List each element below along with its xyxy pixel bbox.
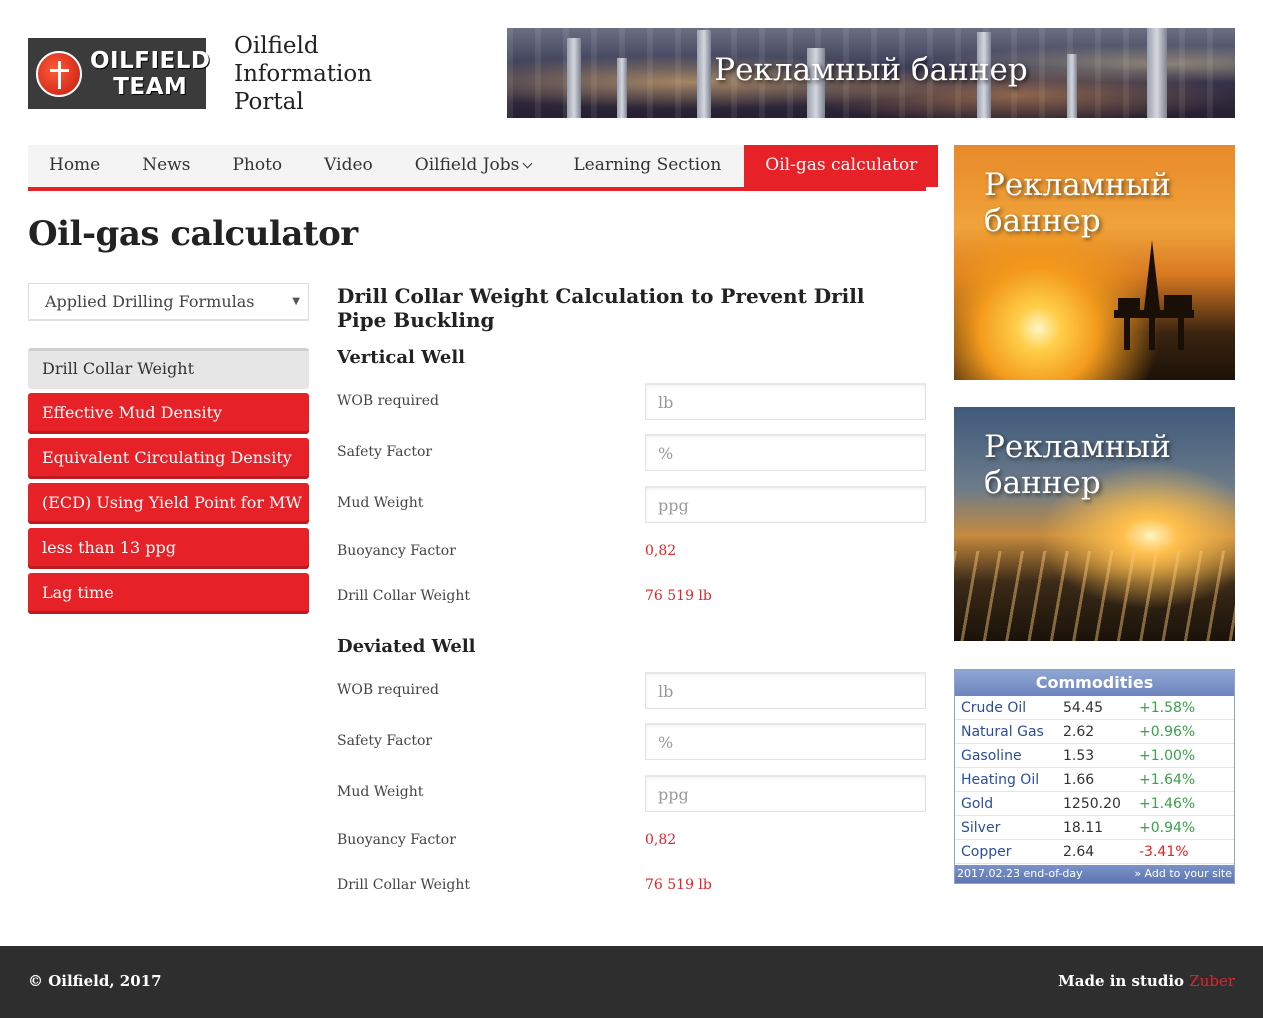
deviated-safety-label: Safety Factor xyxy=(337,733,433,749)
caret-down-icon: ▼ xyxy=(292,296,300,307)
vertical-safety-input[interactable] xyxy=(645,434,926,471)
commodity-row: Heating Oil 1.66 +1.64% xyxy=(955,768,1234,792)
commodity-row: Copper 2.64 -3.41% xyxy=(955,840,1234,864)
nav-oilfield-jobs[interactable]: Oilfield Jobs xyxy=(394,145,553,187)
site-footer: © Oilfield, 2017 Made in studio Zuber xyxy=(0,946,1263,1018)
formula-effective-mud-density[interactable]: Effective Mud Density xyxy=(28,393,309,434)
top-ad-banner[interactable]: Рекламный баннер xyxy=(507,28,1235,118)
commodity-row: Natural Gas 2.62 +0.96% xyxy=(955,720,1234,744)
commodity-change: -3.41% xyxy=(1139,844,1189,860)
commodity-name: Heating Oil xyxy=(961,772,1040,788)
vertical-buoyancy-value: 0,82 xyxy=(645,543,677,559)
logo-text: OILFIELD TEAM xyxy=(90,47,211,100)
deviated-mud-input[interactable] xyxy=(645,775,926,812)
commodity-change: +1.00% xyxy=(1139,748,1196,764)
commodity-name: Silver xyxy=(961,820,1001,836)
vertical-buoyancy-label: Buoyancy Factor xyxy=(337,543,456,559)
commodity-name: Copper xyxy=(961,844,1012,860)
formula-list: Drill Collar Weight Effective Mud Densit… xyxy=(28,348,309,618)
commodity-price: 2.62 xyxy=(1063,724,1095,740)
nav-video[interactable]: Video xyxy=(303,145,394,187)
vertical-well-heading: Vertical Well xyxy=(337,347,466,368)
commodity-name: Natural Gas xyxy=(961,724,1044,740)
deviated-well-heading: Deviated Well xyxy=(337,636,476,657)
commodity-name: Crude Oil xyxy=(961,700,1027,716)
nav-learning-section[interactable]: Learning Section xyxy=(552,145,742,187)
commodity-price: 1.53 xyxy=(1063,748,1095,764)
commodity-price: 1.66 xyxy=(1063,772,1095,788)
nav-home[interactable]: Home xyxy=(28,145,121,187)
nav-oil-gas-calculator[interactable]: Oil-gas calculator xyxy=(744,145,939,187)
vertical-mud-input[interactable] xyxy=(645,486,926,523)
deviated-safety-input[interactable] xyxy=(645,723,926,760)
vertical-dcw-label: Drill Collar Weight xyxy=(337,588,470,604)
studio-link[interactable]: Zuber xyxy=(1189,972,1235,990)
commodity-name: Gasoline xyxy=(961,748,1022,764)
formula-category-select[interactable]: Applied Drilling Formulas ▼ xyxy=(28,283,309,321)
nav-photo[interactable]: Photo xyxy=(211,145,303,187)
side-ad-banner-1[interactable]: Рекламный баннер xyxy=(954,145,1235,380)
deviated-buoyancy-label: Buoyancy Factor xyxy=(337,832,456,848)
formula-ecd-yield-point[interactable]: (ECD) Using Yield Point for MW xyxy=(28,483,309,524)
commodity-change: +0.96% xyxy=(1139,724,1196,740)
deviated-buoyancy-value: 0,82 xyxy=(645,832,677,848)
page-title: Oil-gas calculator xyxy=(28,214,358,254)
portal-name: Oilfield Information Portal xyxy=(234,33,373,115)
main-nav: Home News Photo Video Oilfield Jobs Lear… xyxy=(28,145,939,191)
commodity-name: Gold xyxy=(961,796,994,812)
vertical-wob-input[interactable] xyxy=(645,383,926,420)
commodity-price: 1250.20 xyxy=(1063,796,1121,812)
formula-lag-time[interactable]: Lag time xyxy=(28,573,309,614)
nav-oilfield-jobs-label: Oilfield Jobs xyxy=(414,155,520,175)
add-to-site-link[interactable]: » Add to your site xyxy=(1134,865,1232,883)
vertical-safety-label: Safety Factor xyxy=(337,444,433,460)
ad2-text: Рекламный баннер xyxy=(984,429,1171,501)
vertical-mud-label: Mud Weight xyxy=(337,495,424,511)
vertical-dcw-value: 76 519 lb xyxy=(645,588,712,604)
deviated-dcw-value: 76 519 lb xyxy=(645,877,712,893)
made-in-studio: Made in studio Zuber xyxy=(1058,972,1235,990)
commodities-date: 2017.02.23 end-of-day xyxy=(957,867,1083,880)
commodity-row: Crude Oil 54.45 +1.58% xyxy=(955,696,1234,720)
chevron-down-icon xyxy=(522,158,533,169)
commodity-change: +1.64% xyxy=(1139,772,1196,788)
commodities-widget[interactable]: Commodities Crude Oil 54.45 +1.58% Natur… xyxy=(954,669,1235,884)
commodity-row: Gold 1250.20 +1.46% xyxy=(955,792,1234,816)
formula-drill-collar-weight[interactable]: Drill Collar Weight xyxy=(28,348,309,389)
commodity-price: 18.11 xyxy=(1063,820,1104,836)
deviated-wob-label: WOB required xyxy=(337,682,439,698)
deviated-dcw-label: Drill Collar Weight xyxy=(337,877,470,893)
commodity-row: Silver 18.11 +0.94% xyxy=(955,816,1234,840)
oil-rig-silhouette xyxy=(1114,240,1194,350)
commodity-price: 2.64 xyxy=(1063,844,1095,860)
nav-news[interactable]: News xyxy=(121,145,211,187)
select-value: Applied Drilling Formulas xyxy=(45,292,255,311)
commodity-change: +1.46% xyxy=(1139,796,1196,812)
vertical-wob-label: WOB required xyxy=(337,393,439,409)
deviated-wob-input[interactable] xyxy=(645,672,926,709)
oil-derrick-icon xyxy=(36,50,82,97)
ad1-text: Рекламный баннер xyxy=(984,167,1171,239)
calculator-title: Drill Collar Weight Calculation to Preve… xyxy=(337,284,865,332)
formula-equivalent-circulating-density[interactable]: Equivalent Circulating Density xyxy=(28,438,309,479)
banner-text: Рекламный баннер xyxy=(714,52,1028,88)
commodities-footer: 2017.02.23 end-of-day » Add to your site xyxy=(955,865,1234,883)
commodity-change: +1.58% xyxy=(1139,700,1196,716)
site-logo[interactable]: OILFIELD TEAM xyxy=(28,38,210,109)
commodity-row: Gasoline 1.53 +1.00% xyxy=(955,744,1234,768)
commodities-title: Commodities xyxy=(955,670,1234,696)
commodity-price: 54.45 xyxy=(1063,700,1104,716)
made-in-label: Made in studio xyxy=(1058,972,1190,990)
commodity-change: +0.94% xyxy=(1139,820,1196,836)
copyright: © Oilfield, 2017 xyxy=(28,972,162,990)
formula-less-than-13-ppg[interactable]: less than 13 ppg xyxy=(28,528,309,569)
side-ad-banner-2[interactable]: Рекламный баннер xyxy=(954,407,1235,641)
deviated-mud-label: Mud Weight xyxy=(337,784,424,800)
